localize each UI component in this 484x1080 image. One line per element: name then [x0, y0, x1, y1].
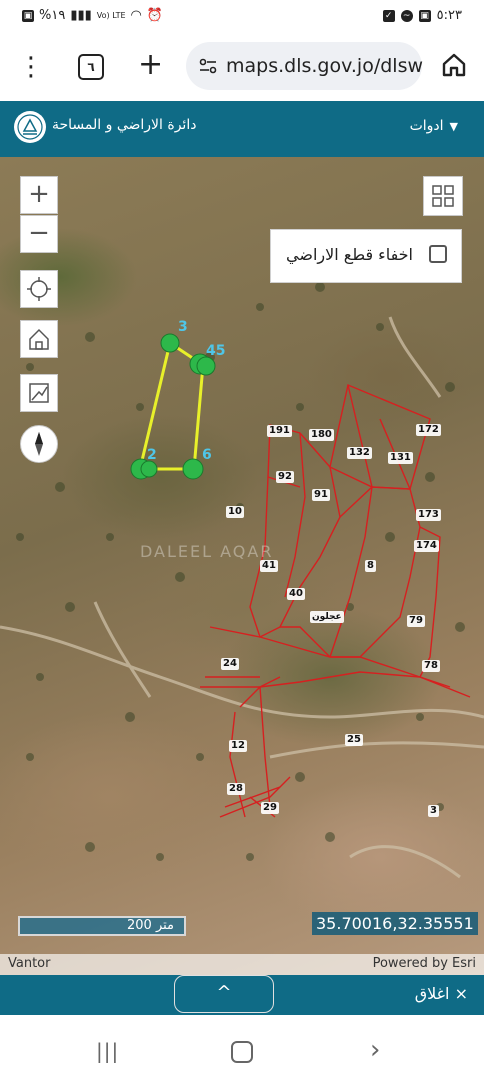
app-header: دائرة الاراضي و المساحة ادوات ▼ [0, 101, 484, 157]
parcel-label[interactable]: 40 [287, 588, 305, 600]
parcel-label[interactable]: 172 [416, 424, 441, 436]
parcel-label[interactable]: 8 [365, 560, 376, 572]
compass-button[interactable] [20, 425, 58, 463]
parcel-label[interactable]: 25 [345, 734, 363, 746]
vertex-2 [140, 460, 158, 478]
default-extent-button[interactable] [20, 320, 58, 358]
parcel-boundaries [200, 384, 471, 818]
system-nav-bar: ||| › [0, 1015, 484, 1080]
vertex-label-2: 2 [147, 447, 157, 463]
battery-percent: %١٩ [39, 8, 66, 23]
signal-icon: ▮▮▮ [70, 8, 92, 23]
crosshair-icon [27, 277, 51, 301]
alarm-icon: ⏰ [146, 8, 164, 23]
url-text[interactable]: maps.dls.gov.jo/dlsw [226, 55, 423, 77]
zoom-in-button[interactable]: + [20, 176, 58, 214]
close-label: اغلاق [414, 984, 450, 1003]
map-view[interactable]: DALEEL AQAR 3 45 2 6 191 180 132 172 131… [0, 157, 484, 975]
attribution-esri[interactable]: Powered by Esri [373, 956, 476, 971]
clock: ٥:٢٣ [436, 8, 462, 23]
home-icon [29, 328, 49, 350]
close-icon: × [454, 984, 468, 1003]
vertex-3 [160, 333, 180, 353]
parcel-label[interactable]: 41 [260, 560, 278, 572]
expand-panel-button[interactable]: ^ [174, 975, 274, 1013]
vertex-label-6: 6 [202, 447, 212, 463]
parcel-label[interactable]: 91 [312, 489, 330, 501]
hide-parcels-label: اخفاء قطع الاراضي [286, 245, 413, 264]
grid-icon [432, 185, 454, 207]
parcel-label[interactable]: 92 [276, 471, 294, 483]
coordinates-readout: 35.70016,32.35551 [312, 912, 478, 935]
messenger-icon: ~ [400, 9, 413, 22]
app-title: دائرة الاراضي و المساحة [52, 117, 197, 133]
measure-icon [29, 383, 49, 403]
parcel-label[interactable]: 132 [347, 447, 372, 459]
site-settings-icon[interactable] [198, 56, 218, 76]
parcel-label[interactable]: 29 [261, 802, 279, 814]
address-bar[interactable]: maps.dls.gov.jo/dlsw [186, 42, 423, 90]
home-icon[interactable] [440, 51, 468, 79]
chevron-down-icon: ▼ [449, 119, 458, 133]
parcel-label[interactable]: 78 [422, 660, 440, 672]
parcel-label[interactable]: 24 [221, 658, 239, 670]
close-button[interactable]: اغلاق × [415, 984, 468, 1003]
tools-label: ادوات [409, 118, 444, 134]
vertex-label-3: 3 [178, 319, 188, 335]
compass-icon [35, 432, 43, 456]
parcel-label[interactable]: 131 [388, 452, 413, 464]
status-right: ✓ ~ ▣ ٥:٢٣ [382, 8, 462, 23]
vertex-label-45: 45 [206, 343, 226, 359]
bottom-panel: ^ اغلاق × [0, 975, 484, 1015]
chevron-up-icon: ^ [216, 982, 232, 1003]
parcel-label[interactable]: 173 [416, 509, 441, 521]
wifi-icon: ◠ [130, 8, 142, 23]
hide-parcels-toggle[interactable]: اخفاء قطع الاراضي [270, 229, 462, 283]
status-left: ▣ %١٩ ▮▮▮ Vo) LTE ◠ ⏰ [22, 8, 163, 23]
browser-toolbar: ⋮ ٦ + maps.dls.gov.jo/dlsw [0, 34, 484, 100]
watermark: DALEEL AQAR [140, 542, 273, 561]
parcel-label[interactable]: 10 [226, 506, 244, 518]
parcel-label[interactable]: 191 [267, 425, 292, 437]
vertex-6 [182, 458, 204, 480]
parcel-label[interactable]: 3 [428, 805, 439, 817]
image-notification-icon: ▣ [418, 9, 431, 22]
parcel-label[interactable]: 12 [229, 740, 247, 752]
place-name-label: عجلون [310, 611, 344, 623]
status-bar: ▣ %١٩ ▮▮▮ Vo) LTE ◠ ⏰ ✓ ~ ▣ ٥:٢٣ [0, 0, 484, 34]
scale-label: 200 متر [126, 918, 174, 933]
locate-button[interactable] [20, 270, 58, 308]
home-nav-icon[interactable] [231, 1041, 253, 1063]
basemap-gallery-button[interactable] [423, 176, 463, 216]
network-label: Vo) LTE [96, 11, 126, 20]
new-tab-icon[interactable]: + [138, 48, 163, 82]
watermark-text: DALEEL AQAR [140, 542, 273, 561]
image-notification-icon: ▣ [22, 9, 34, 22]
hide-parcels-checkbox[interactable] [429, 245, 447, 263]
parcel-label[interactable]: 28 [227, 783, 245, 795]
scale-bar: 200 متر [18, 916, 186, 936]
tools-menu-button[interactable]: ادوات ▼ [410, 118, 458, 134]
vegetation-texture [16, 282, 465, 861]
tabs-button[interactable]: ٦ [78, 54, 104, 80]
parcel-label[interactable]: 174 [414, 540, 439, 552]
vertex-5 [196, 356, 216, 376]
check-notification-icon: ✓ [382, 9, 395, 22]
zoom-out-button[interactable]: − [20, 215, 58, 253]
parcel-label[interactable]: 180 [309, 429, 334, 441]
attribution-imagery: Vantor [8, 956, 51, 971]
parcel-label[interactable]: 79 [407, 615, 425, 627]
back-icon[interactable]: › [370, 1035, 380, 1065]
attribution-bar: Vantor Powered by Esri [0, 954, 484, 975]
dls-logo [14, 111, 46, 143]
measure-button[interactable] [20, 374, 58, 412]
recent-apps-icon[interactable]: ||| [96, 1039, 119, 1063]
menu-icon[interactable]: ⋮ [16, 52, 46, 82]
